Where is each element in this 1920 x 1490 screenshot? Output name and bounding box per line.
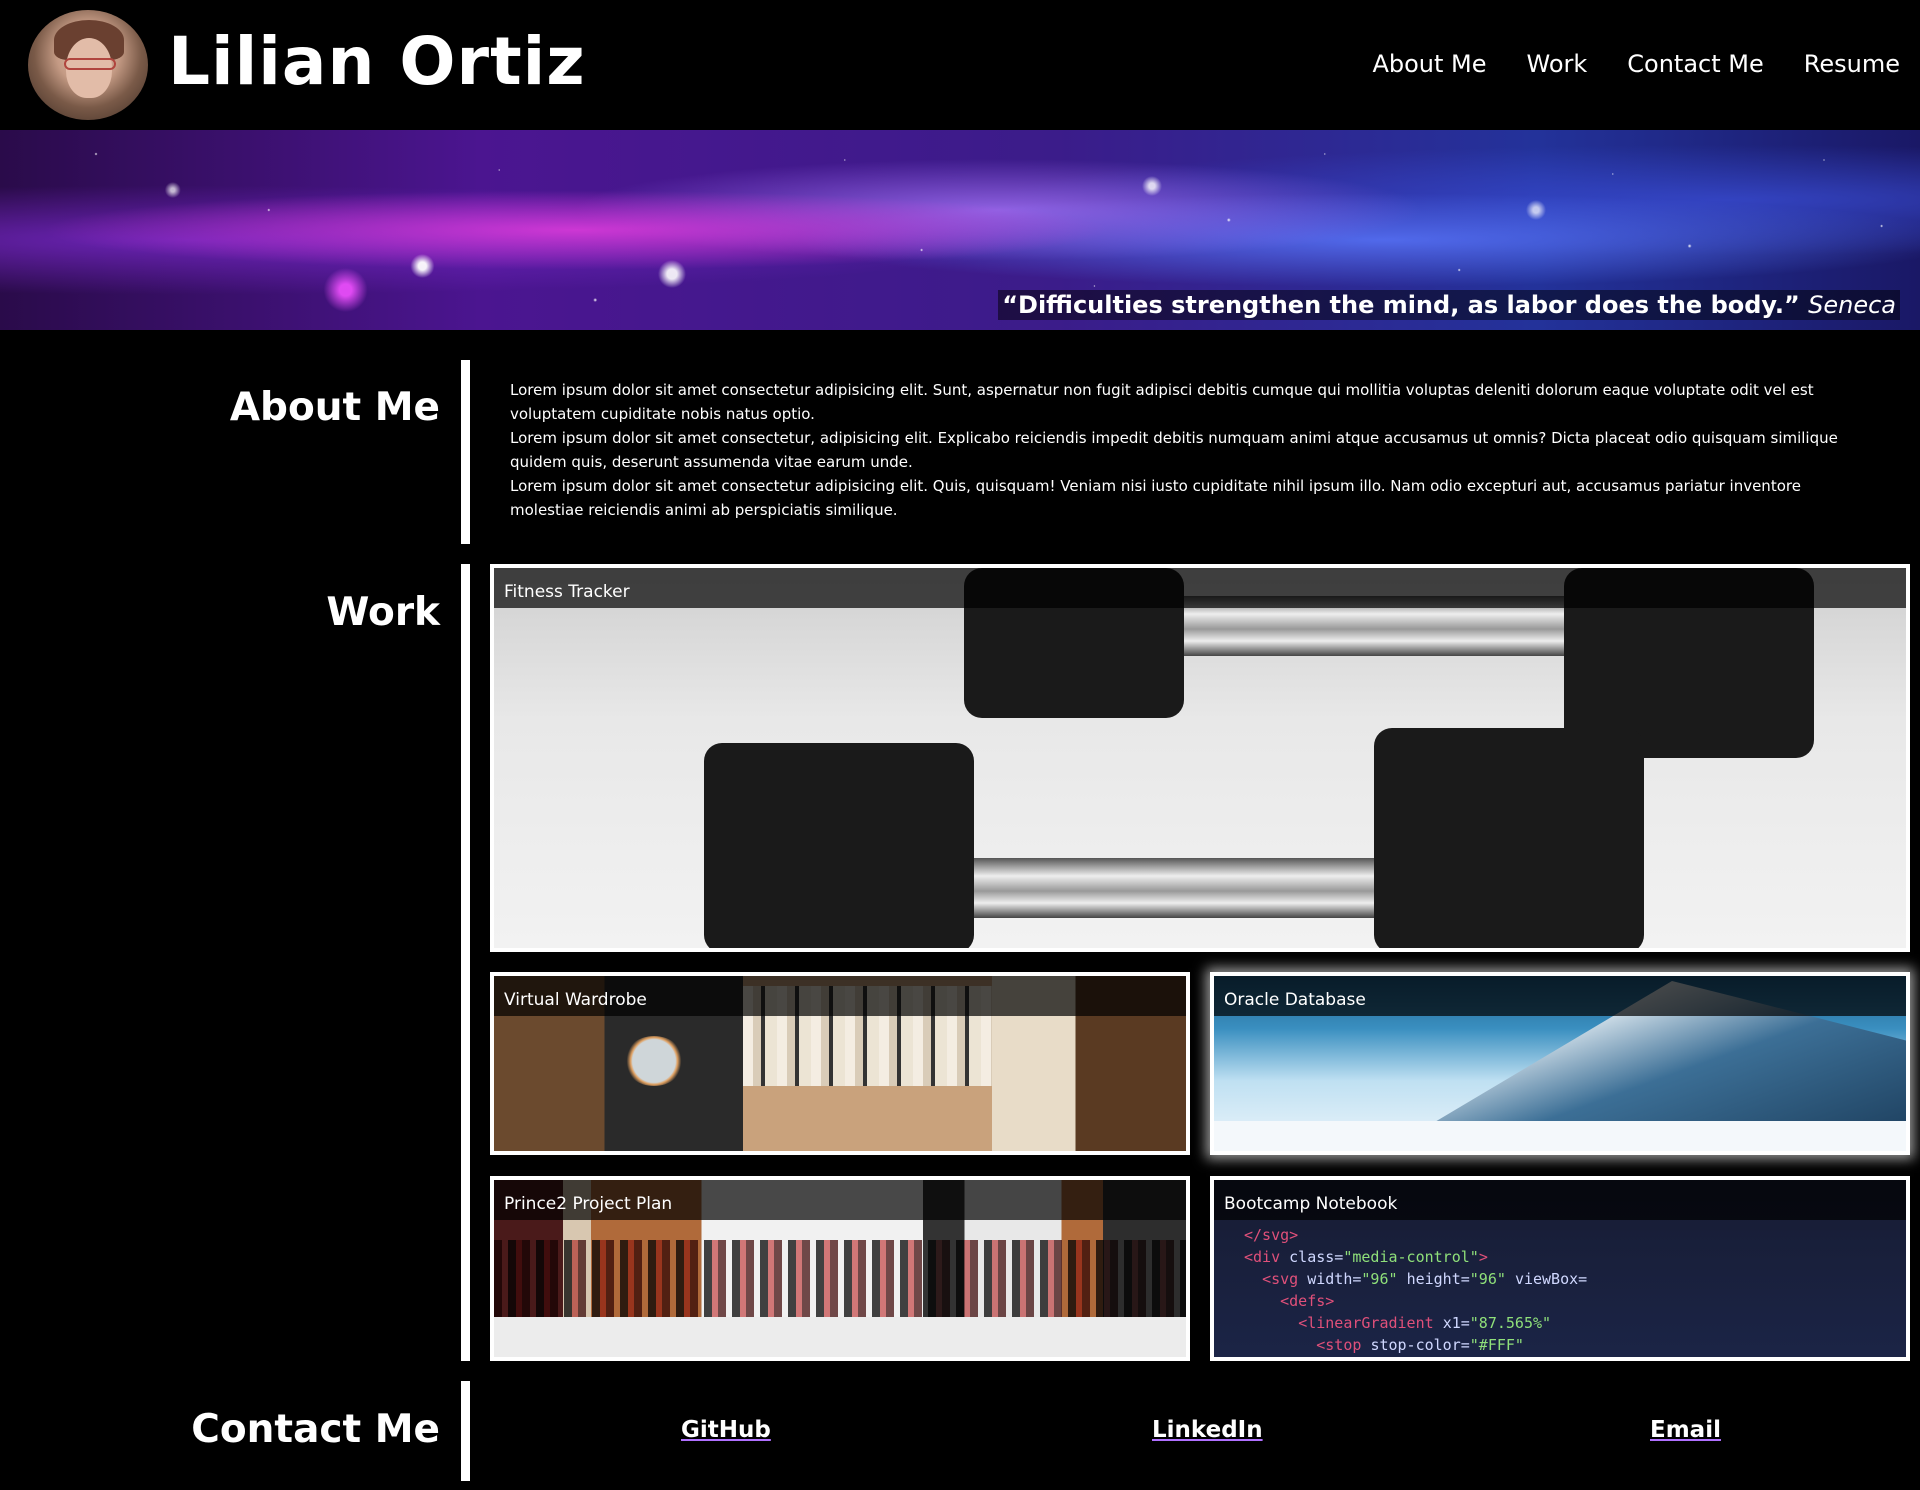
project-title: Oracle Database xyxy=(1214,976,1906,1016)
site-header: Lilian Ortiz About Me Work Contact Me Re… xyxy=(0,0,1920,130)
store-floor xyxy=(494,1317,1186,1357)
about-paragraph: Lorem ipsum dolor sit amet consectetur, … xyxy=(510,429,1838,471)
nav-contact-me[interactable]: Contact Me xyxy=(1627,44,1763,84)
project-title: Virtual Wardrobe xyxy=(494,976,1186,1016)
linkedin-link[interactable]: LinkedIn xyxy=(1152,1413,1263,1447)
about-title: About Me xyxy=(229,385,440,430)
round-mirror xyxy=(624,1036,684,1086)
project-card-oracle-database[interactable]: Oracle Database xyxy=(1210,972,1910,1155)
nav-about-me[interactable]: About Me xyxy=(1372,44,1486,84)
avatar-glasses xyxy=(64,58,116,70)
project-card-bootcamp-notebook[interactable]: </svg> <div class="media-control"> <svg … xyxy=(1210,1176,1910,1361)
project-card-prince2-project-plan[interactable]: Prince2 Project Plan xyxy=(490,1176,1190,1361)
project-title: Prince2 Project Plan xyxy=(494,1180,1186,1220)
work-title: Work xyxy=(326,590,440,635)
project-card-virtual-wardrobe[interactable]: Virtual Wardrobe xyxy=(490,972,1190,1155)
dumbbell-bar xyxy=(974,858,1384,918)
dumbbell-weight xyxy=(704,743,974,948)
work-divider xyxy=(461,564,470,1361)
email-link[interactable]: Email xyxy=(1650,1413,1721,1447)
about-divider xyxy=(461,360,470,544)
quote-author: Seneca xyxy=(1808,291,1896,319)
about-text: Lorem ipsum dolor sit amet consectetur a… xyxy=(510,378,1875,522)
fitness-image xyxy=(494,568,1906,948)
nav-resume[interactable]: Resume xyxy=(1804,44,1900,84)
site-title: Lilian Ortiz xyxy=(168,23,586,100)
about-paragraph: Lorem ipsum dolor sit amet consectetur a… xyxy=(510,477,1801,519)
snow-field xyxy=(1214,1121,1906,1151)
contact-title: Contact Me xyxy=(191,1407,440,1452)
about-paragraph: Lorem ipsum dolor sit amet consectetur a… xyxy=(510,381,1814,423)
nav-work[interactable]: Work xyxy=(1527,44,1588,84)
main-nav: About Me Work Contact Me Resume xyxy=(1372,44,1900,84)
github-link[interactable]: GitHub xyxy=(681,1413,771,1447)
project-title: Bootcamp Notebook xyxy=(1214,1180,1906,1220)
clothing-racks xyxy=(494,1240,1186,1320)
contact-divider xyxy=(461,1381,470,1481)
quote-text: “Difficulties strengthen the mind, as la… xyxy=(1002,291,1800,319)
hero-banner: “Difficulties strengthen the mind, as la… xyxy=(0,130,1920,330)
hero-quote: “Difficulties strengthen the mind, as la… xyxy=(998,290,1900,320)
dumbbell-weight xyxy=(1374,728,1644,948)
project-title: Fitness Tracker xyxy=(494,568,1906,608)
project-card-fitness-tracker[interactable]: Fitness Tracker xyxy=(490,564,1910,952)
avatar xyxy=(28,10,148,120)
